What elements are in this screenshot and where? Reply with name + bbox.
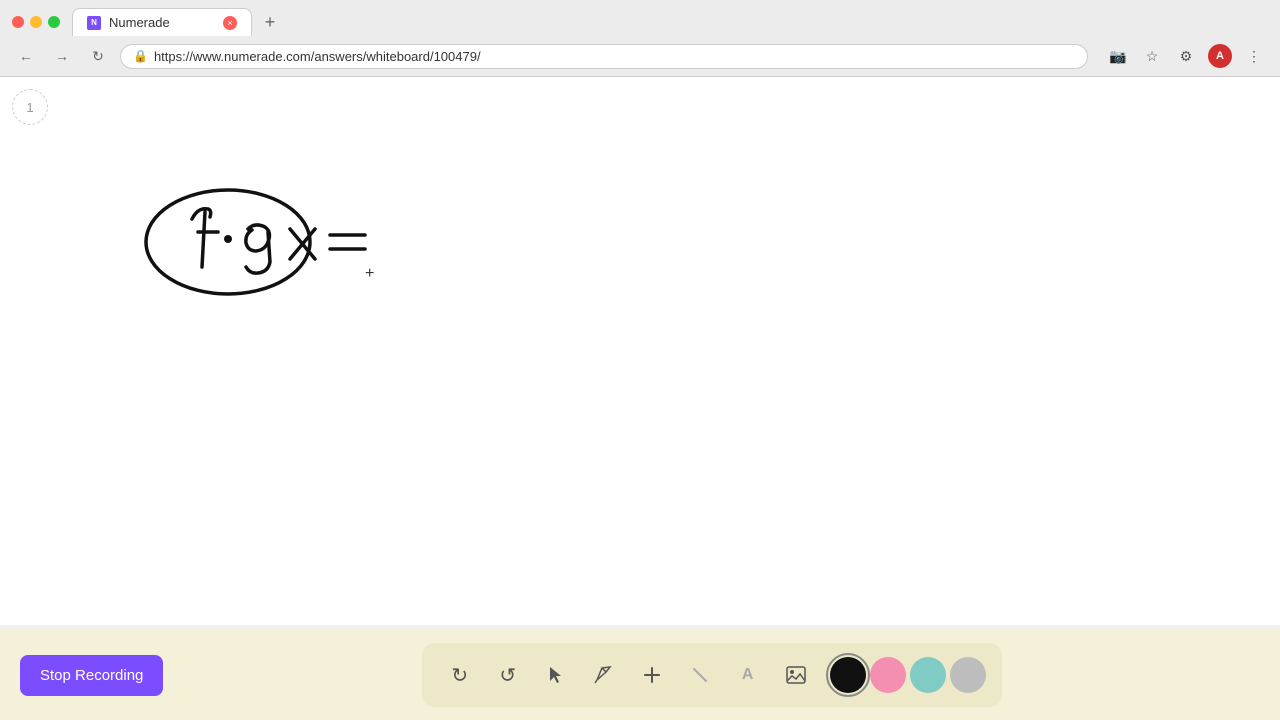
new-tab-button[interactable]: + bbox=[256, 8, 284, 36]
refresh-button[interactable]: ↻ bbox=[84, 42, 112, 70]
bookmark-icon[interactable]: ☆ bbox=[1138, 42, 1166, 70]
maximize-button[interactable] bbox=[48, 16, 60, 28]
tab-close-button[interactable]: × bbox=[223, 16, 237, 30]
tab-bar: N Numerade × + bbox=[72, 8, 1268, 36]
ssl-icon: 🔒 bbox=[133, 49, 148, 63]
color-pink-swatch[interactable] bbox=[870, 657, 906, 693]
stop-recording-button[interactable]: Stop Recording bbox=[20, 655, 163, 696]
back-button[interactable]: ← bbox=[12, 42, 40, 70]
minimize-button[interactable] bbox=[30, 16, 42, 28]
browser-chrome: N Numerade × + ← → ↻ 🔒 https://www.numer… bbox=[0, 0, 1280, 77]
add-tool-button[interactable] bbox=[630, 653, 674, 697]
math-handwriting bbox=[120, 177, 400, 312]
whiteboard-canvas[interactable]: 1 + bbox=[0, 77, 1280, 625]
eraser-tool-button[interactable] bbox=[678, 653, 722, 697]
tab-favicon: N bbox=[87, 16, 101, 30]
address-bar[interactable]: 🔒 https://www.numerade.com/answers/white… bbox=[120, 44, 1088, 69]
extensions-icon[interactable]: ⚙ bbox=[1172, 42, 1200, 70]
nav-bar: ← → ↻ 🔒 https://www.numerade.com/answers… bbox=[0, 36, 1280, 76]
menu-icon[interactable]: ⋮ bbox=[1240, 42, 1268, 70]
title-bar: N Numerade × + bbox=[0, 0, 1280, 36]
tab-title: Numerade bbox=[109, 15, 170, 30]
color-gray-swatch[interactable] bbox=[950, 657, 986, 693]
page-indicator: 1 bbox=[12, 89, 48, 125]
text-tool-button[interactable]: A bbox=[726, 653, 770, 697]
drawing-toolbar: ↻ ↺ A bbox=[422, 643, 1002, 707]
pen-tool-button[interactable] bbox=[582, 653, 626, 697]
forward-button[interactable]: → bbox=[48, 42, 76, 70]
color-green-swatch[interactable] bbox=[910, 657, 946, 693]
active-tab[interactable]: N Numerade × bbox=[72, 8, 252, 36]
browser-actions: 📷 ☆ ⚙ A ⋮ bbox=[1104, 42, 1268, 70]
close-button[interactable] bbox=[12, 16, 24, 28]
avatar: A bbox=[1208, 44, 1232, 68]
cast-icon[interactable]: 📷 bbox=[1104, 42, 1132, 70]
select-tool-button[interactable] bbox=[534, 653, 578, 697]
profile-icon[interactable]: A bbox=[1206, 42, 1234, 70]
url-text: https://www.numerade.com/answers/whitebo… bbox=[154, 49, 481, 64]
image-tool-button[interactable] bbox=[774, 653, 818, 697]
undo-button[interactable]: ↻ bbox=[438, 653, 482, 697]
redo-button[interactable]: ↺ bbox=[486, 653, 530, 697]
bottom-bar: Stop Recording ↻ ↺ A bbox=[0, 630, 1280, 720]
traffic-lights bbox=[12, 16, 60, 28]
color-black-swatch[interactable] bbox=[830, 657, 866, 693]
